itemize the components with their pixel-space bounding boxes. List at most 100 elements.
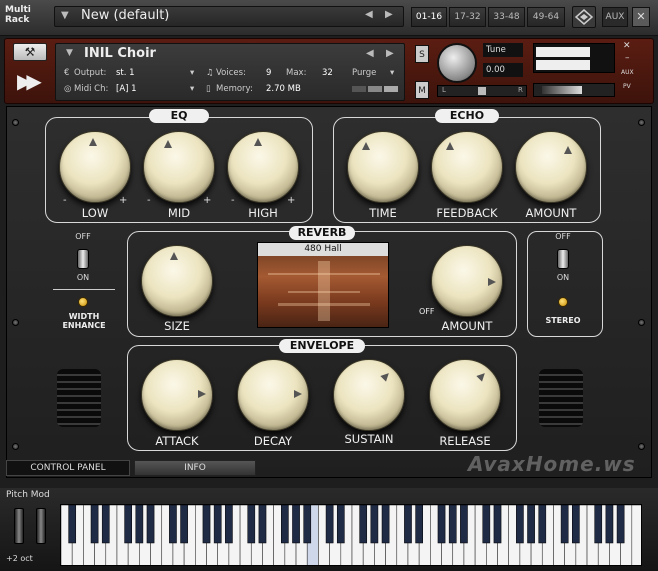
envelope-attack-knob[interactable] [141,359,213,431]
black-key[interactable] [135,505,144,544]
octave-shift-label[interactable]: +2 oct [6,554,33,563]
black-key[interactable] [460,505,468,544]
close-icon[interactable]: ✕ [632,7,650,27]
eq-mid-knob[interactable] [143,131,215,203]
midi-channel-value[interactable]: [A] 1 [116,84,137,94]
tab-info[interactable]: INFO [134,460,256,476]
memory-icon: ▯ [206,84,211,94]
mute-button[interactable]: M [415,81,429,99]
output-value[interactable]: st. 1 [116,68,135,78]
black-key[interactable] [213,505,222,544]
aux-side-button[interactable]: AUX [621,69,634,76]
screw-icon [12,119,19,126]
black-key[interactable] [482,505,491,544]
midi-dropdown-icon[interactable]: ▾ [190,84,194,94]
black-key[interactable] [605,505,614,544]
black-key[interactable] [560,505,569,544]
black-key[interactable] [415,505,423,544]
rack-view-button[interactable] [572,6,596,28]
fast-forward-icon[interactable]: ▶▶ [17,69,42,93]
black-key[interactable] [146,505,155,544]
black-key[interactable] [538,505,547,544]
volume-slider[interactable] [533,83,615,97]
reverb-size-knob[interactable] [141,245,213,317]
black-key[interactable] [437,505,446,544]
black-key[interactable] [169,505,177,544]
dropdown-arrow-icon[interactable]: ▼ [61,10,69,21]
tab-page-01-16[interactable]: 01-16 [411,7,447,27]
black-key[interactable] [258,505,267,544]
eq-high-knob[interactable] [227,131,299,203]
width-enhance-led[interactable] [78,297,88,307]
black-key[interactable] [594,505,603,544]
preset-name: New (default) [81,8,170,23]
black-key[interactable] [68,505,77,544]
next-preset-arrow-icon[interactable]: ▶ [385,9,393,20]
eq-low-knob[interactable] [59,131,131,203]
minimize-icon[interactable]: – [625,53,630,63]
black-key[interactable] [572,505,580,544]
black-key[interactable] [101,505,110,544]
echo-amount-knob[interactable] [515,131,587,203]
black-key[interactable] [180,505,188,544]
black-key[interactable] [303,505,312,544]
black-key[interactable] [124,505,132,544]
pan-handle[interactable] [478,87,486,95]
tune-knob[interactable] [437,43,477,83]
instrument-dropdown-arrow-icon[interactable]: ▼ [66,48,73,58]
close-instrument-icon[interactable]: ✕ [623,41,631,51]
envelope-decay-knob[interactable] [237,359,309,431]
black-key[interactable] [202,505,211,544]
white-key[interactable] [631,505,642,566]
output-dropdown-icon[interactable]: ▾ [190,68,194,78]
width-toggle-switch[interactable] [77,249,89,269]
echo-feedback-knob[interactable] [431,131,503,203]
black-key[interactable] [90,505,99,544]
mod-wheel[interactable] [36,508,46,544]
black-key[interactable] [325,505,334,544]
black-key[interactable] [381,505,390,544]
pan-slider[interactable]: L R [437,85,527,97]
black-key[interactable] [527,505,535,544]
echo-time-knob[interactable] [347,131,419,203]
previous-instrument-arrow-icon[interactable]: ◀ [366,48,374,59]
level-meters [533,43,615,73]
envelope-sustain-knob[interactable] [333,359,405,431]
black-key[interactable] [247,505,256,544]
preset-selector[interactable]: ▼ New (default) ◀ ▶ [54,6,404,27]
black-key[interactable] [516,505,524,544]
envelope-release-knob[interactable] [429,359,501,431]
stereo-section [527,231,603,337]
black-key[interactable] [225,505,233,544]
eq-low-label: LOW [81,206,109,220]
tab-page-49-64[interactable]: 49-64 [527,7,565,27]
tab-page-33-48[interactable]: 33-48 [488,7,525,27]
next-instrument-arrow-icon[interactable]: ▶ [386,48,394,59]
black-key[interactable] [616,505,625,544]
purge-dropdown-icon[interactable]: ▾ [390,68,394,78]
pitch-wheel[interactable] [14,508,24,544]
previous-preset-arrow-icon[interactable]: ◀ [365,9,373,20]
midi-channel-label: Midi Ch: [74,84,109,94]
tune-value[interactable]: 0.00 [483,63,523,77]
tab-control-panel[interactable]: CONTROL PANEL [6,460,130,476]
purge-menu[interactable]: Purge [352,68,376,78]
reverb-amount-knob[interactable] [431,245,503,317]
wrench-icon[interactable]: ⚒ [13,43,47,61]
max-voices-value[interactable]: 32 [322,68,333,78]
black-key[interactable] [292,505,300,544]
tab-page-17-32[interactable]: 17-32 [449,7,486,27]
black-key[interactable] [281,505,289,544]
black-key[interactable] [404,505,412,544]
black-key[interactable] [359,505,368,544]
aux-button[interactable]: AUX [602,7,628,27]
black-key[interactable] [493,505,502,544]
black-key[interactable] [336,505,345,544]
envelope-decay-label: DECAY [253,434,293,448]
piano-keyboard[interactable] [60,504,642,566]
black-key[interactable] [370,505,379,544]
piano-keys[interactable] [61,505,642,566]
solo-button[interactable]: S [415,45,429,63]
pv-side-button[interactable]: PV [623,83,631,90]
black-key[interactable] [448,505,457,544]
